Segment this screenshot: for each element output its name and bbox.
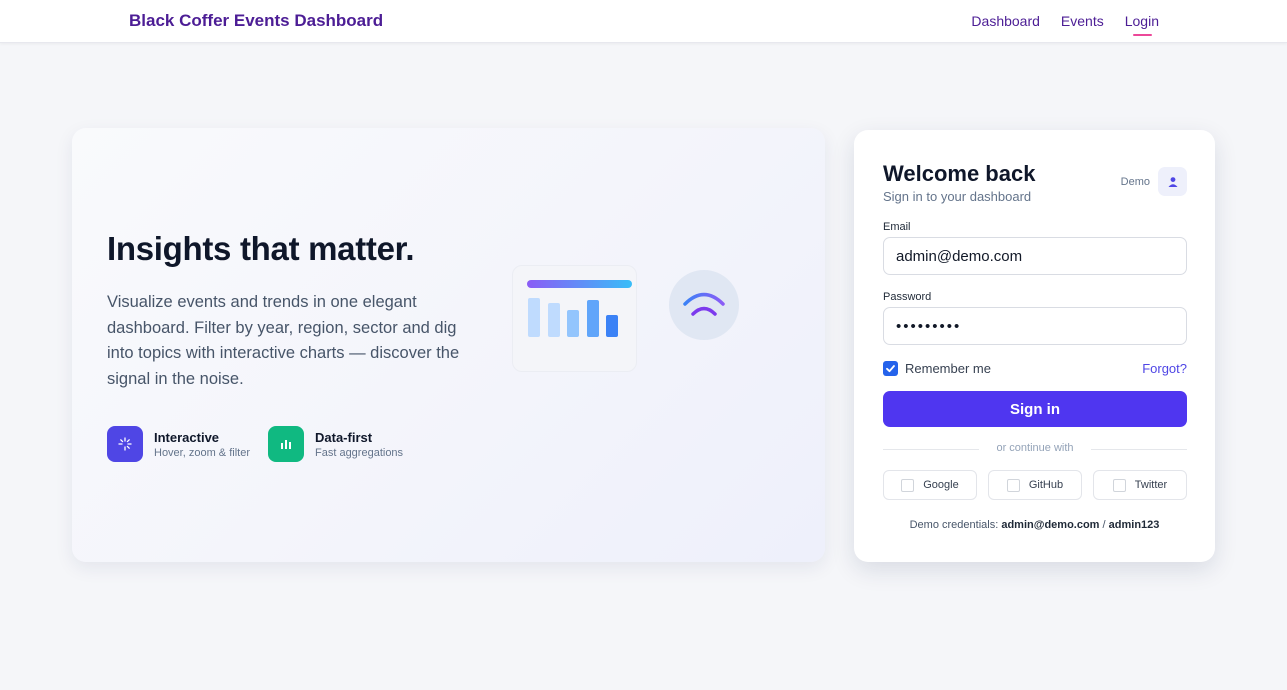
demo-label: Demo xyxy=(1120,176,1150,188)
checkmark-icon xyxy=(886,365,895,373)
sign-in-button[interactable]: Sign in xyxy=(883,391,1187,427)
brand-title[interactable]: Black Coffer Events Dashboard xyxy=(129,11,383,31)
login-title: Welcome back xyxy=(883,161,1036,186)
hero-description: Visualize events and trends in one elega… xyxy=(107,293,460,388)
google-button[interactable]: Google xyxy=(883,470,977,500)
main-nav: Dashboard Events Login xyxy=(971,13,1159,36)
password-label: Password xyxy=(883,291,932,303)
remember-checkbox[interactable] xyxy=(883,361,898,376)
divider-line xyxy=(1091,449,1187,450)
chart-illustration xyxy=(512,265,637,372)
wifi-illustration xyxy=(669,270,739,340)
feature-subtitle: Hover, zoom & filter xyxy=(154,446,250,459)
remember-me: Remember me xyxy=(883,361,991,376)
creds-prefix: Demo credentials: xyxy=(909,519,1002,531)
google-label: Google xyxy=(923,479,959,491)
illustration-bar xyxy=(606,315,618,337)
creds-password: admin123 xyxy=(1108,519,1160,531)
gradient-bar xyxy=(527,280,632,288)
nav-dashboard[interactable]: Dashboard xyxy=(971,13,1040,29)
github-label: GitHub xyxy=(1028,479,1064,491)
feature-data-first: Data-first Fast aggregations xyxy=(268,426,403,462)
forgot-password-link[interactable]: Forgot? xyxy=(1142,361,1187,376)
social-divider: or continue with xyxy=(883,442,1187,456)
github-button[interactable]: GitHub xyxy=(988,470,1082,500)
feature-interactive: Interactive Hover, zoom & filter xyxy=(107,426,250,462)
password-input[interactable] xyxy=(883,307,1187,345)
demo-credentials: Demo credentials: admin@demo.com / admin… xyxy=(854,519,1215,531)
user-icon xyxy=(1168,176,1177,187)
creds-email: admin@demo.com xyxy=(1001,519,1100,531)
hero-panel: Insights that matter. Visualize events a… xyxy=(72,128,825,562)
hero-title: Insights that matter. xyxy=(107,230,415,267)
sparkle-icon xyxy=(107,426,143,462)
nav-events[interactable]: Events xyxy=(1061,13,1104,29)
email-label: Email xyxy=(883,221,911,233)
nav-login[interactable]: Login xyxy=(1125,13,1159,36)
login-card: Welcome back Sign in to your dashboard D… xyxy=(854,130,1215,562)
bar-chart-icon xyxy=(268,426,304,462)
illustration-bar xyxy=(547,303,560,337)
wifi-icon xyxy=(683,292,725,316)
google-icon xyxy=(901,478,915,492)
illustration-bar xyxy=(528,298,540,337)
twitter-button[interactable]: Twitter xyxy=(1093,470,1187,500)
twitter-label: Twitter xyxy=(1134,479,1168,491)
illustration-bar xyxy=(586,300,599,337)
login-subtitle: Sign in to your dashboard xyxy=(883,189,1032,204)
remember-label[interactable]: Remember me xyxy=(905,361,991,376)
feature-title: Data-first xyxy=(315,429,373,445)
feature-subtitle: Fast aggregations xyxy=(315,446,404,459)
twitter-icon xyxy=(1112,478,1126,492)
email-input[interactable] xyxy=(883,237,1187,275)
demo-avatar-button[interactable] xyxy=(1158,167,1187,196)
illustration-bar xyxy=(567,310,579,337)
creds-sep: / xyxy=(1099,519,1109,531)
divider-text: or continue with xyxy=(996,442,1074,454)
top-navbar: Black Coffer Events Dashboard Dashboard … xyxy=(0,0,1287,43)
github-icon xyxy=(1006,478,1020,492)
feature-title: Interactive xyxy=(154,429,220,445)
